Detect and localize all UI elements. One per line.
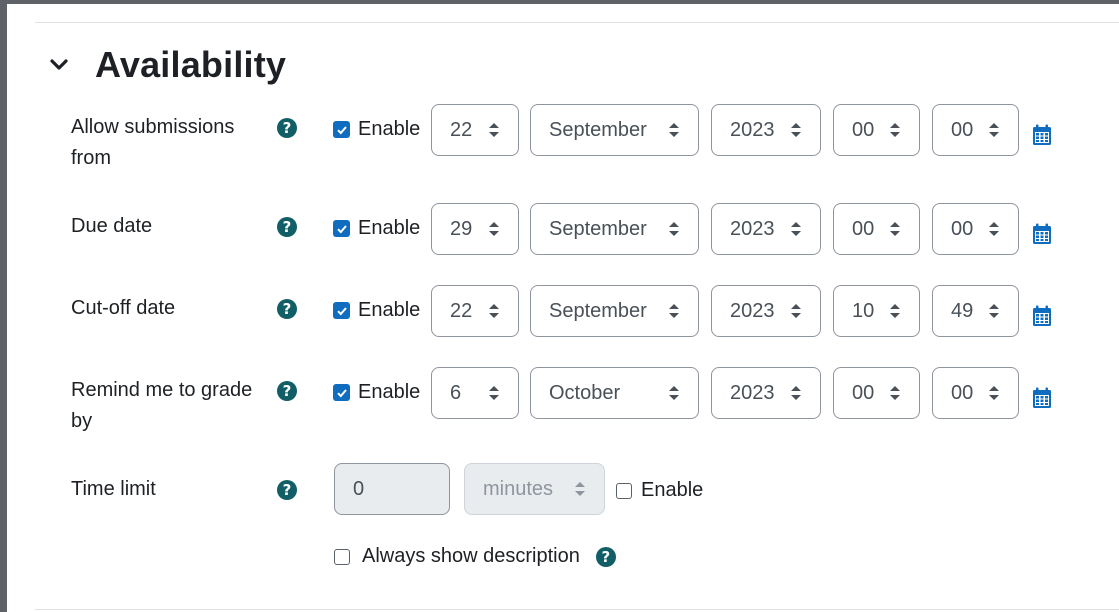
time-unit-select[interactable]: minutes	[464, 463, 605, 515]
sort-arrows-icon	[791, 222, 801, 236]
minute-select[interactable]: 00	[932, 203, 1019, 255]
month-select[interactable]: September	[530, 285, 699, 337]
section-title: Availability	[95, 44, 287, 85]
sort-arrows-icon	[890, 386, 900, 400]
help-icon[interactable]: ?	[277, 217, 297, 237]
sort-arrows-icon	[989, 222, 999, 236]
checkbox-unchecked-icon[interactable]	[616, 482, 632, 499]
year-select[interactable]: 2023	[711, 285, 821, 337]
minute-select[interactable]: 00	[932, 104, 1019, 156]
enable-label: Enable	[641, 479, 704, 501]
time-limit-enable-checkbox[interactable]: Enable	[616, 479, 703, 502]
checkbox-checked-icon[interactable]	[333, 384, 350, 401]
sort-arrows-icon	[575, 482, 585, 496]
month-select[interactable]: October	[530, 367, 699, 419]
sort-arrows-icon	[669, 222, 679, 236]
sort-arrows-icon	[890, 222, 900, 236]
sort-arrows-icon	[489, 222, 499, 236]
sort-arrows-icon	[791, 123, 801, 137]
field-label: Cut-off date	[71, 297, 176, 319]
checkbox-checked-icon[interactable]	[333, 121, 350, 138]
sort-arrows-icon	[890, 304, 900, 318]
year-select[interactable]: 2023	[711, 104, 821, 156]
divider-bottom	[35, 609, 1119, 610]
time-limit-input[interactable]: 0	[334, 463, 450, 515]
day-select[interactable]: 29	[431, 203, 519, 255]
month-select[interactable]: September	[530, 104, 699, 156]
enable-checkbox[interactable]: Enable	[333, 217, 420, 240]
sort-arrows-icon	[489, 304, 499, 318]
calendar-icon[interactable]	[1032, 387, 1052, 409]
enable-label: Enable	[358, 217, 421, 239]
always-show-description-checkbox[interactable]: Always show description ?	[334, 545, 616, 568]
field-label: Due date	[71, 215, 153, 237]
calendar-icon[interactable]	[1032, 124, 1052, 146]
sort-arrows-icon	[669, 386, 679, 400]
chevron-down-icon[interactable]	[47, 53, 71, 77]
day-select[interactable]: 22	[431, 104, 519, 156]
window-frame-left	[0, 0, 7, 612]
help-icon[interactable]: ?	[277, 480, 297, 500]
enable-checkbox[interactable]: Enable	[333, 299, 420, 322]
sort-arrows-icon	[669, 304, 679, 318]
day-select[interactable]: 22	[431, 285, 519, 337]
field-label: Remind me to grade by	[71, 379, 253, 432]
enable-checkbox[interactable]: Enable	[333, 118, 420, 141]
enable-label: Enable	[358, 299, 421, 321]
sort-arrows-icon	[669, 123, 679, 137]
hour-select[interactable]: 00	[833, 104, 920, 156]
year-select[interactable]: 2023	[711, 203, 821, 255]
enable-label: Enable	[358, 118, 421, 140]
calendar-icon[interactable]	[1032, 223, 1052, 245]
hour-select[interactable]: 00	[833, 203, 920, 255]
sort-arrows-icon	[791, 386, 801, 400]
minute-select[interactable]: 00	[932, 367, 1019, 419]
sort-arrows-icon	[989, 123, 999, 137]
sort-arrows-icon	[791, 304, 801, 318]
month-select[interactable]: September	[530, 203, 699, 255]
calendar-icon[interactable]	[1032, 305, 1052, 327]
hour-select[interactable]: 00	[833, 367, 920, 419]
sort-arrows-icon	[489, 123, 499, 137]
sort-arrows-icon	[989, 304, 999, 318]
help-icon[interactable]: ?	[595, 546, 616, 567]
field-label: Time limit	[71, 478, 156, 500]
enable-label: Enable	[358, 381, 421, 403]
checkbox-unchecked-icon[interactable]	[334, 548, 350, 565]
help-icon[interactable]: ?	[277, 118, 297, 138]
always-show-description-label: Always show description	[362, 545, 580, 567]
availability-panel: Availability Allow submissions from ? Ena…	[7, 4, 1119, 612]
sort-arrows-icon	[489, 386, 499, 400]
help-icon[interactable]: ?	[277, 299, 297, 319]
minute-select[interactable]: 49	[932, 285, 1019, 337]
sort-arrows-icon	[989, 386, 999, 400]
enable-checkbox[interactable]: Enable	[333, 381, 420, 404]
checkbox-checked-icon[interactable]	[333, 302, 350, 319]
help-icon[interactable]: ?	[277, 381, 297, 401]
sort-arrows-icon	[890, 123, 900, 137]
day-select[interactable]: 6	[431, 367, 519, 419]
divider-top	[35, 22, 1119, 23]
year-select[interactable]: 2023	[711, 367, 821, 419]
field-label: Allow submissions from	[71, 116, 235, 169]
checkbox-checked-icon[interactable]	[333, 220, 350, 237]
section-header[interactable]: Availability	[47, 43, 286, 87]
hour-select[interactable]: 10	[833, 285, 920, 337]
